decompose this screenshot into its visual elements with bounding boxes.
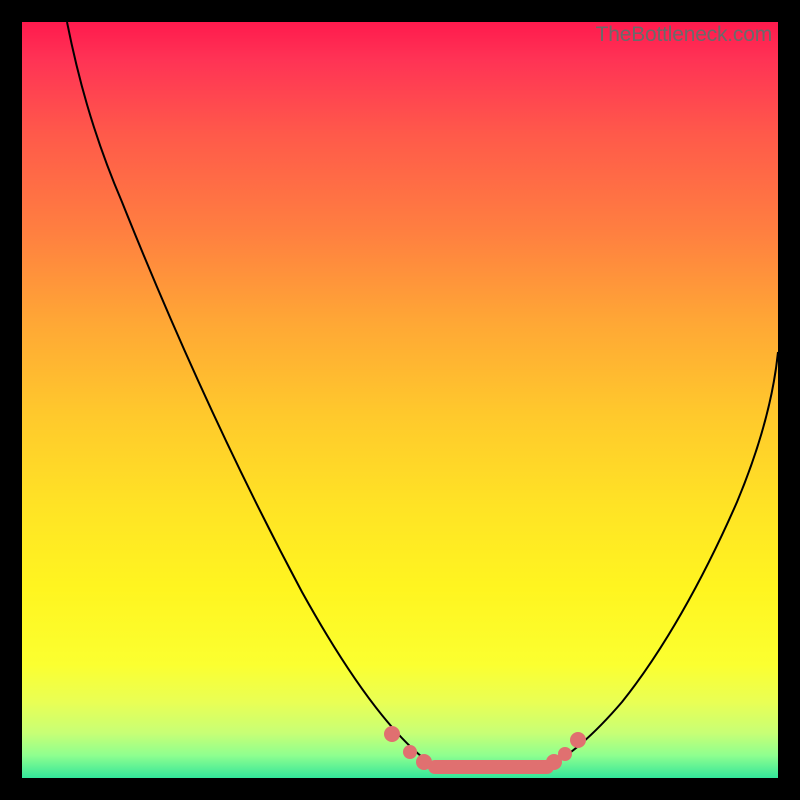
marker-dot — [416, 754, 432, 770]
marker-dot — [570, 732, 586, 748]
chart-plot-area: TheBottleneck.com — [22, 22, 778, 778]
marker-dot — [384, 726, 400, 742]
marker-dot — [403, 745, 417, 759]
marker-dot — [558, 747, 572, 761]
chart-svg — [22, 22, 778, 778]
curve-left-descent — [67, 22, 430, 764]
curve-right-ascent — [552, 352, 778, 764]
